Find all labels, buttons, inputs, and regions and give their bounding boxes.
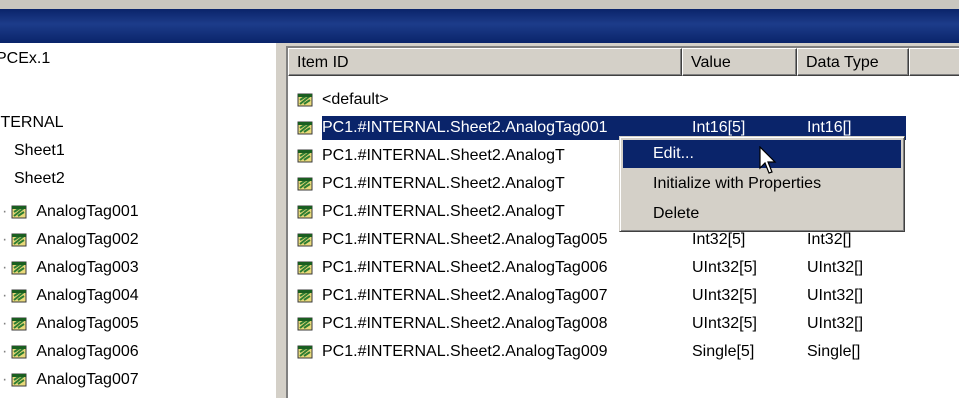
tag-icon bbox=[297, 121, 313, 135]
tree-tag-label: AnalogTag006 bbox=[36, 343, 139, 360]
item-id-cell: PC1.#INTERNAL.Sheet2.AnalogTag007 bbox=[322, 287, 608, 304]
tree-tag-node[interactable]: · AnalogTag007 bbox=[2, 366, 139, 394]
tree-tag-node[interactable]: · AnalogTag002 bbox=[2, 226, 139, 254]
tree-sheet-node[interactable]: Sheet2 bbox=[14, 165, 65, 193]
tree-connector: · bbox=[2, 203, 8, 220]
column-header-label: Data Type bbox=[806, 54, 879, 71]
tag-icon bbox=[297, 233, 313, 247]
tree-tag-label: AnalogTag002 bbox=[36, 231, 139, 248]
tree-tag-node[interactable]: · AnalogTag001 bbox=[2, 198, 139, 226]
data-type-cell: UInt32[] bbox=[807, 259, 864, 276]
pane-splitter[interactable] bbox=[276, 43, 286, 398]
tag-icon bbox=[11, 233, 27, 247]
tag-icon bbox=[297, 177, 313, 191]
tree-tag-label: AnalogTag007 bbox=[36, 371, 139, 388]
menu-item-label: Delete bbox=[653, 205, 700, 222]
tag-icon bbox=[297, 289, 313, 303]
tree-tag-node[interactable]: · AnalogTag004 bbox=[2, 282, 139, 310]
tree-sheet-node[interactable]: Sheet1 bbox=[14, 137, 65, 165]
tree-server-label: PCEx.1 bbox=[0, 50, 51, 67]
data-type-cell: UInt32[] bbox=[807, 315, 864, 332]
value-cell: Single[5] bbox=[692, 343, 755, 360]
item-id-cell: PC1.#INTERNAL.Sheet2.AnalogT bbox=[322, 175, 565, 192]
tree-connector: · bbox=[2, 371, 8, 388]
tree-group-node[interactable]: ITERNAL bbox=[0, 109, 64, 137]
data-type-cell: Single[] bbox=[807, 343, 861, 360]
tree-tag-label: AnalogTag004 bbox=[36, 287, 139, 304]
column-header-label: Value bbox=[691, 54, 731, 71]
tag-icon bbox=[297, 317, 313, 331]
tree-server-node[interactable]: PCEx.1 bbox=[0, 45, 50, 73]
value-cell: UInt32[5] bbox=[692, 287, 757, 304]
tree-connector: · bbox=[2, 315, 8, 332]
tree-sheet-label: Sheet1 bbox=[14, 142, 65, 159]
tag-icon bbox=[11, 205, 27, 219]
menu-item-label: Edit... bbox=[653, 145, 694, 162]
item-id-cell: PC1.#INTERNAL.Sheet2.AnalogTag009 bbox=[322, 343, 608, 360]
tag-icon bbox=[11, 345, 27, 359]
value-cell: UInt32[5] bbox=[692, 315, 757, 332]
item-id-cell: <default> bbox=[322, 91, 389, 108]
tree-tag-label: AnalogTag001 bbox=[36, 203, 139, 220]
tree-tag-node[interactable]: · AnalogTag005 bbox=[2, 310, 139, 338]
tag-icon bbox=[11, 261, 27, 275]
tree-view[interactable]: PCEx.1 ITERNAL Sheet1 Sheet2 · AnalogTag0… bbox=[0, 43, 277, 398]
tree-connector: · bbox=[2, 287, 8, 304]
window-title-bar bbox=[0, 0, 959, 43]
tree-connector: · bbox=[2, 231, 8, 248]
item-id-cell: PC1.#INTERNAL.Sheet2.AnalogTag005 bbox=[322, 231, 608, 248]
tag-icon bbox=[297, 205, 313, 219]
tag-icon bbox=[297, 149, 313, 163]
mouse-pointer-icon bbox=[759, 145, 779, 181]
tag-icon bbox=[11, 317, 27, 331]
list-row[interactable]: PC1.#INTERNAL.Sheet2.AnalogTag007 UInt32[… bbox=[288, 282, 959, 310]
tree-tag-node[interactable]: · AnalogTag003 bbox=[2, 254, 139, 282]
column-header-data-type[interactable]: Data Type bbox=[797, 48, 909, 76]
item-id-cell: PC1.#INTERNAL.Sheet2.AnalogTag006 bbox=[322, 259, 608, 276]
menu-item-delete[interactable]: Delete bbox=[623, 200, 901, 228]
value-cell: UInt32[5] bbox=[692, 259, 757, 276]
tree-group-label: ITERNAL bbox=[0, 114, 64, 131]
tag-icon bbox=[297, 345, 313, 359]
column-header-item-id[interactable]: Item ID bbox=[288, 48, 682, 76]
item-id-cell: PC1.#INTERNAL.Sheet2.AnalogTag008 bbox=[322, 315, 608, 332]
column-header-label: Item ID bbox=[297, 54, 349, 71]
tree-sheet-label: Sheet2 bbox=[14, 170, 65, 187]
list-row[interactable]: PC1.#INTERNAL.Sheet2.AnalogTag009 Single[… bbox=[288, 338, 959, 366]
tag-icon bbox=[297, 261, 313, 275]
list-row[interactable]: PC1.#INTERNAL.Sheet2.AnalogTag006 UInt32[… bbox=[288, 254, 959, 282]
tree-connector: · bbox=[2, 259, 8, 276]
data-type-cell: UInt32[] bbox=[807, 287, 864, 304]
tree-tag-node[interactable]: · AnalogTag006 bbox=[2, 338, 139, 366]
item-id-cell: PC1.#INTERNAL.Sheet2.AnalogT bbox=[322, 203, 565, 220]
column-header-filler bbox=[909, 48, 959, 76]
menu-item-label: Initialize with Properties bbox=[653, 175, 822, 192]
item-id-cell: PC1.#INTERNAL.Sheet2.AnalogT bbox=[322, 147, 565, 164]
list-row[interactable]: PC1.#INTERNAL.Sheet2.AnalogTag008 UInt32[… bbox=[288, 310, 959, 338]
tag-icon bbox=[11, 373, 27, 387]
tag-icon bbox=[297, 93, 313, 107]
tree-tag-label: AnalogTag003 bbox=[36, 259, 139, 276]
column-header-value[interactable]: Value bbox=[682, 48, 797, 76]
tag-icon bbox=[11, 289, 27, 303]
tree-tag-label: AnalogTag005 bbox=[36, 315, 139, 332]
item-id-cell: PC1.#INTERNAL.Sheet2.AnalogTag001 bbox=[322, 119, 608, 136]
list-row[interactable]: <default> bbox=[288, 86, 959, 114]
tree-connector: · bbox=[2, 343, 8, 360]
